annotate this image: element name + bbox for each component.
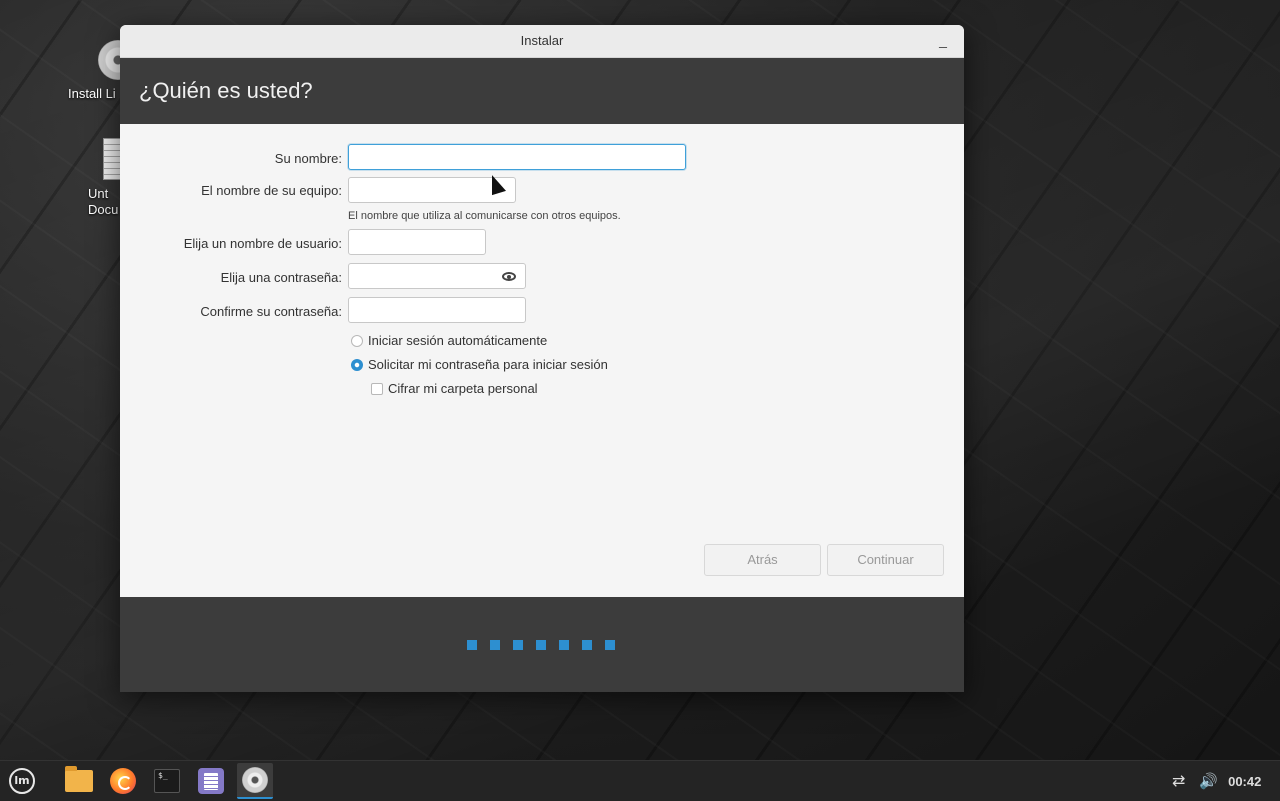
progress-indicator <box>467 640 615 650</box>
computer-name-label: El nombre de su equipo: <box>201 183 342 198</box>
encrypt-home-label: Cifrar mi carpeta personal <box>388 381 538 396</box>
minimize-button[interactable]: _ <box>934 25 952 57</box>
auto-login-label: Iniciar sesión automáticamente <box>368 333 548 348</box>
page-title: ¿Quién es usted? <box>139 78 313 103</box>
mint-logo-icon: lm <box>9 768 35 794</box>
confirm-password-label: Confirme su contraseña: <box>200 304 342 319</box>
network-icon[interactable]: ⇄ <box>1172 771 1185 791</box>
progress-step <box>582 640 592 650</box>
progress-step <box>559 640 569 650</box>
taskbar-files[interactable] <box>61 763 97 799</box>
computer-name-hint: El nombre que utiliza al comunicarse con… <box>348 210 621 222</box>
back-button[interactable]: Atrás <box>704 544 821 576</box>
firefox-icon <box>110 768 136 794</box>
terminal-icon: $_ <box>154 769 180 793</box>
progress-step <box>513 640 523 650</box>
window-title: Instalar <box>520 33 564 48</box>
system-tray: ⇄ 🔊 00:42 <box>1172 761 1261 801</box>
username-label: Elija un nombre de usuario: <box>183 236 342 251</box>
page-header: ¿Quién es usted? <box>120 58 964 124</box>
taskbar-text-editor[interactable] <box>193 763 229 799</box>
progress-footer <box>120 597 964 692</box>
progress-step <box>605 640 615 650</box>
password-field[interactable] <box>348 263 526 289</box>
auto-login-option[interactable]: Iniciar sesión automáticamente <box>351 333 547 348</box>
user-form: Su nombre: El nombre de su equipo: El no… <box>120 124 964 597</box>
installer-disc-icon <box>242 767 268 793</box>
require-password-option[interactable]: Solicitar mi contraseña para iniciar ses… <box>351 357 608 372</box>
desktop-icon-install-label: Install Li <box>68 86 116 101</box>
name-field[interactable] <box>348 144 686 170</box>
username-field[interactable] <box>348 229 486 255</box>
taskbar-installer[interactable] <box>237 763 273 799</box>
encrypt-home-checkbox[interactable] <box>371 382 383 395</box>
continue-button[interactable]: Continuar <box>827 544 944 576</box>
progress-step <box>536 640 546 650</box>
auto-login-radio[interactable] <box>351 334 363 347</box>
menu-button[interactable]: lm <box>4 763 40 799</box>
taskbar-terminal[interactable]: $_ <box>149 763 185 799</box>
text-editor-icon <box>198 768 224 794</box>
taskbar: lm $_ ⇄ 🔊 00:42 <box>0 760 1280 801</box>
installer-window: Instalar _ ¿Quién es usted? Su nombre: E… <box>120 25 964 692</box>
computer-name-field[interactable] <box>348 177 516 203</box>
name-label: Su nombre: <box>274 151 342 166</box>
progress-step <box>490 640 500 650</box>
clock[interactable]: 00:42 <box>1228 774 1261 789</box>
encrypt-home-option[interactable]: Cifrar mi carpeta personal <box>371 381 538 396</box>
taskbar-firefox[interactable] <box>105 763 141 799</box>
window-titlebar[interactable]: Instalar _ <box>120 25 964 58</box>
require-password-label: Solicitar mi contraseña para iniciar ses… <box>368 357 608 372</box>
password-label: Elija una contraseña: <box>220 270 342 285</box>
show-password-icon[interactable] <box>502 272 516 281</box>
progress-step <box>467 640 477 650</box>
require-password-radio[interactable] <box>351 358 363 371</box>
folder-icon <box>65 766 93 792</box>
confirm-password-field[interactable] <box>348 297 526 323</box>
volume-icon[interactable]: 🔊 <box>1199 772 1218 790</box>
